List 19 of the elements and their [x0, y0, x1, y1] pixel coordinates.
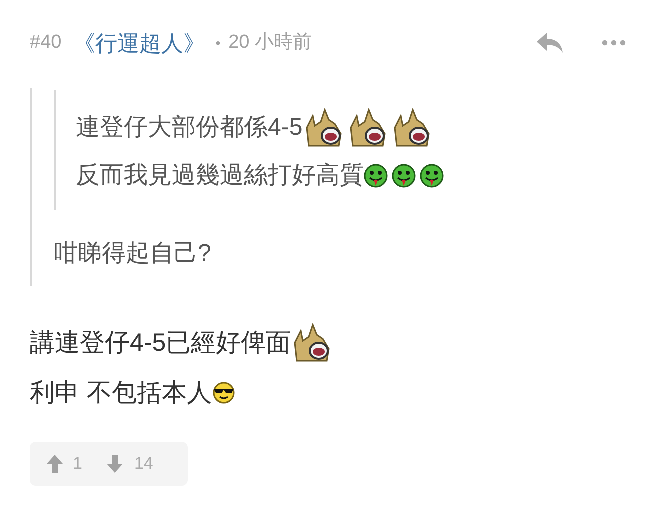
upvote-count: 1: [73, 453, 82, 476]
smiley-tongue-icon: [420, 164, 444, 188]
quoted-text: 反而我見過幾過絲打好高質: [76, 161, 364, 191]
smiley-tongue-icon: [392, 164, 416, 188]
more-icon[interactable]: [602, 40, 626, 46]
separator-dot: •: [216, 34, 221, 52]
post-time: 20 小時前: [228, 30, 312, 55]
post-number: #40: [30, 30, 62, 55]
post-text: 講連登仔4-5已經好俾面: [30, 328, 292, 359]
author-link[interactable]: 《行運超人》: [74, 26, 206, 60]
quoted-text: 咁睇得起自己?: [54, 239, 212, 269]
sunglasses-smiley-icon: [212, 381, 236, 405]
smiley-tongue-icon: [364, 164, 388, 188]
downvote-count: 14: [134, 453, 154, 476]
upvote-arrow-icon[interactable]: [46, 454, 64, 474]
downvote-arrow-icon[interactable]: [106, 454, 124, 474]
post-text: 利申 不包括本人: [30, 378, 212, 409]
quoted-text: 連登仔大部份都係4-5: [76, 113, 303, 143]
reply-icon[interactable]: [536, 31, 564, 55]
